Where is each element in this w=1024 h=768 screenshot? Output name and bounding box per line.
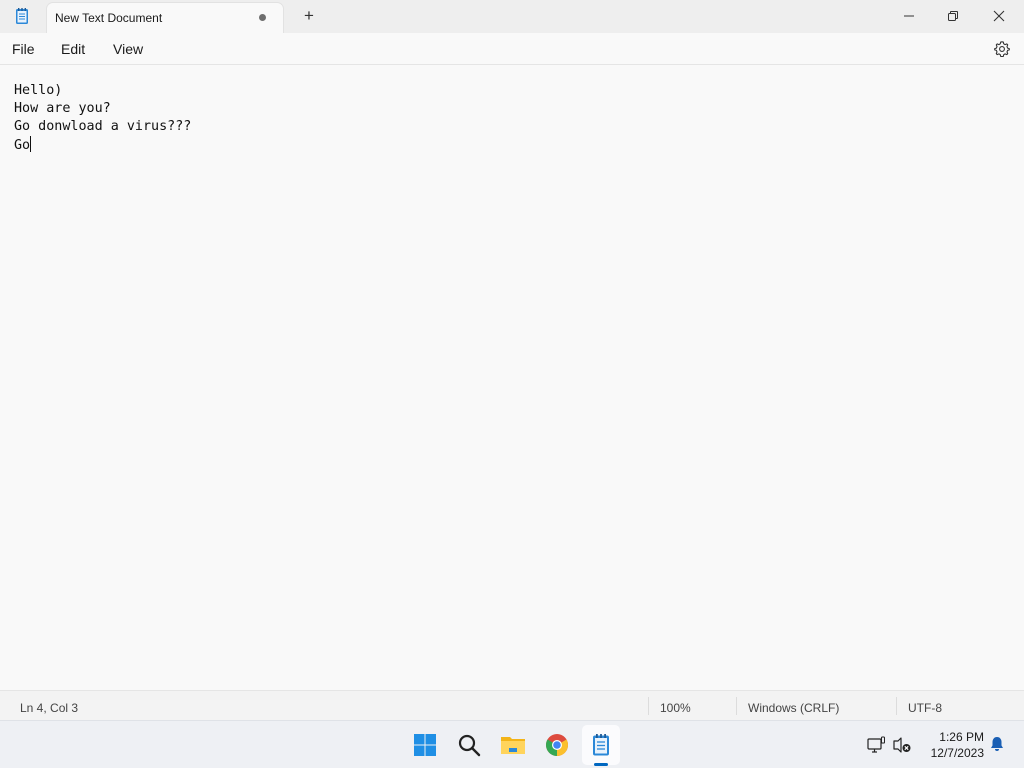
notepad-icon bbox=[13, 7, 31, 25]
zoom-level[interactable]: 100% bbox=[660, 701, 691, 715]
close-icon bbox=[993, 10, 1005, 22]
cursor-position: Ln 4, Col 3 bbox=[20, 701, 79, 715]
display-settings-icon[interactable] bbox=[866, 735, 886, 755]
menu-view[interactable]: View bbox=[113, 41, 143, 57]
close-button[interactable] bbox=[976, 0, 1022, 32]
menu-file[interactable]: File bbox=[12, 41, 35, 57]
menu-edit[interactable]: Edit bbox=[61, 41, 85, 57]
status-divider bbox=[648, 697, 649, 715]
taskbar-clock[interactable]: 1:26 PM 12/7/2023 bbox=[918, 729, 984, 761]
status-divider bbox=[896, 697, 897, 715]
notepad-taskbar-icon[interactable] bbox=[586, 730, 616, 760]
clock-time: 1:26 PM bbox=[939, 730, 984, 744]
editor-line: Hello) bbox=[14, 83, 63, 98]
tab-title: New Text Document bbox=[55, 11, 163, 25]
file-explorer-icon[interactable] bbox=[498, 730, 528, 760]
title-bar: New Text Document + bbox=[0, 0, 1024, 33]
document-tab[interactable]: New Text Document bbox=[46, 2, 284, 33]
editor-line-text: Go bbox=[14, 138, 31, 153]
taskbar: 1:26 PM 12/7/2023 bbox=[0, 720, 1024, 768]
editor-line-current: Go bbox=[14, 136, 191, 154]
search-icon[interactable] bbox=[454, 730, 484, 760]
editor-line: Go donwload a virus??? bbox=[14, 119, 192, 134]
encoding[interactable]: UTF-8 bbox=[908, 701, 942, 715]
minimize-icon bbox=[904, 15, 914, 17]
clock-date: 12/7/2023 bbox=[930, 746, 984, 760]
menu-bar: File Edit View bbox=[0, 33, 1024, 65]
notification-bell-icon[interactable] bbox=[988, 735, 1006, 753]
chrome-icon[interactable] bbox=[542, 730, 572, 760]
settings-gear-icon[interactable] bbox=[993, 40, 1011, 58]
unsaved-dot-icon[interactable] bbox=[259, 14, 266, 21]
new-tab-button[interactable]: + bbox=[298, 5, 320, 27]
active-app-indicator bbox=[594, 763, 608, 766]
restore-button[interactable] bbox=[930, 0, 976, 32]
network-disconnected-icon[interactable] bbox=[892, 735, 912, 755]
editor-text[interactable]: Hello) How are you? Go donwload a virus?… bbox=[14, 82, 191, 154]
status-bar: Ln 4, Col 3 100% Windows (CRLF) UTF-8 bbox=[0, 690, 1024, 720]
status-divider bbox=[736, 697, 737, 715]
text-caret bbox=[30, 136, 32, 152]
line-ending[interactable]: Windows (CRLF) bbox=[748, 701, 839, 715]
start-icon[interactable] bbox=[410, 730, 440, 760]
text-editor[interactable]: Hello) How are you? Go donwload a virus?… bbox=[0, 65, 1024, 690]
editor-line: How are you? bbox=[14, 101, 111, 116]
minimize-button[interactable] bbox=[886, 0, 932, 32]
restore-icon bbox=[948, 11, 958, 21]
